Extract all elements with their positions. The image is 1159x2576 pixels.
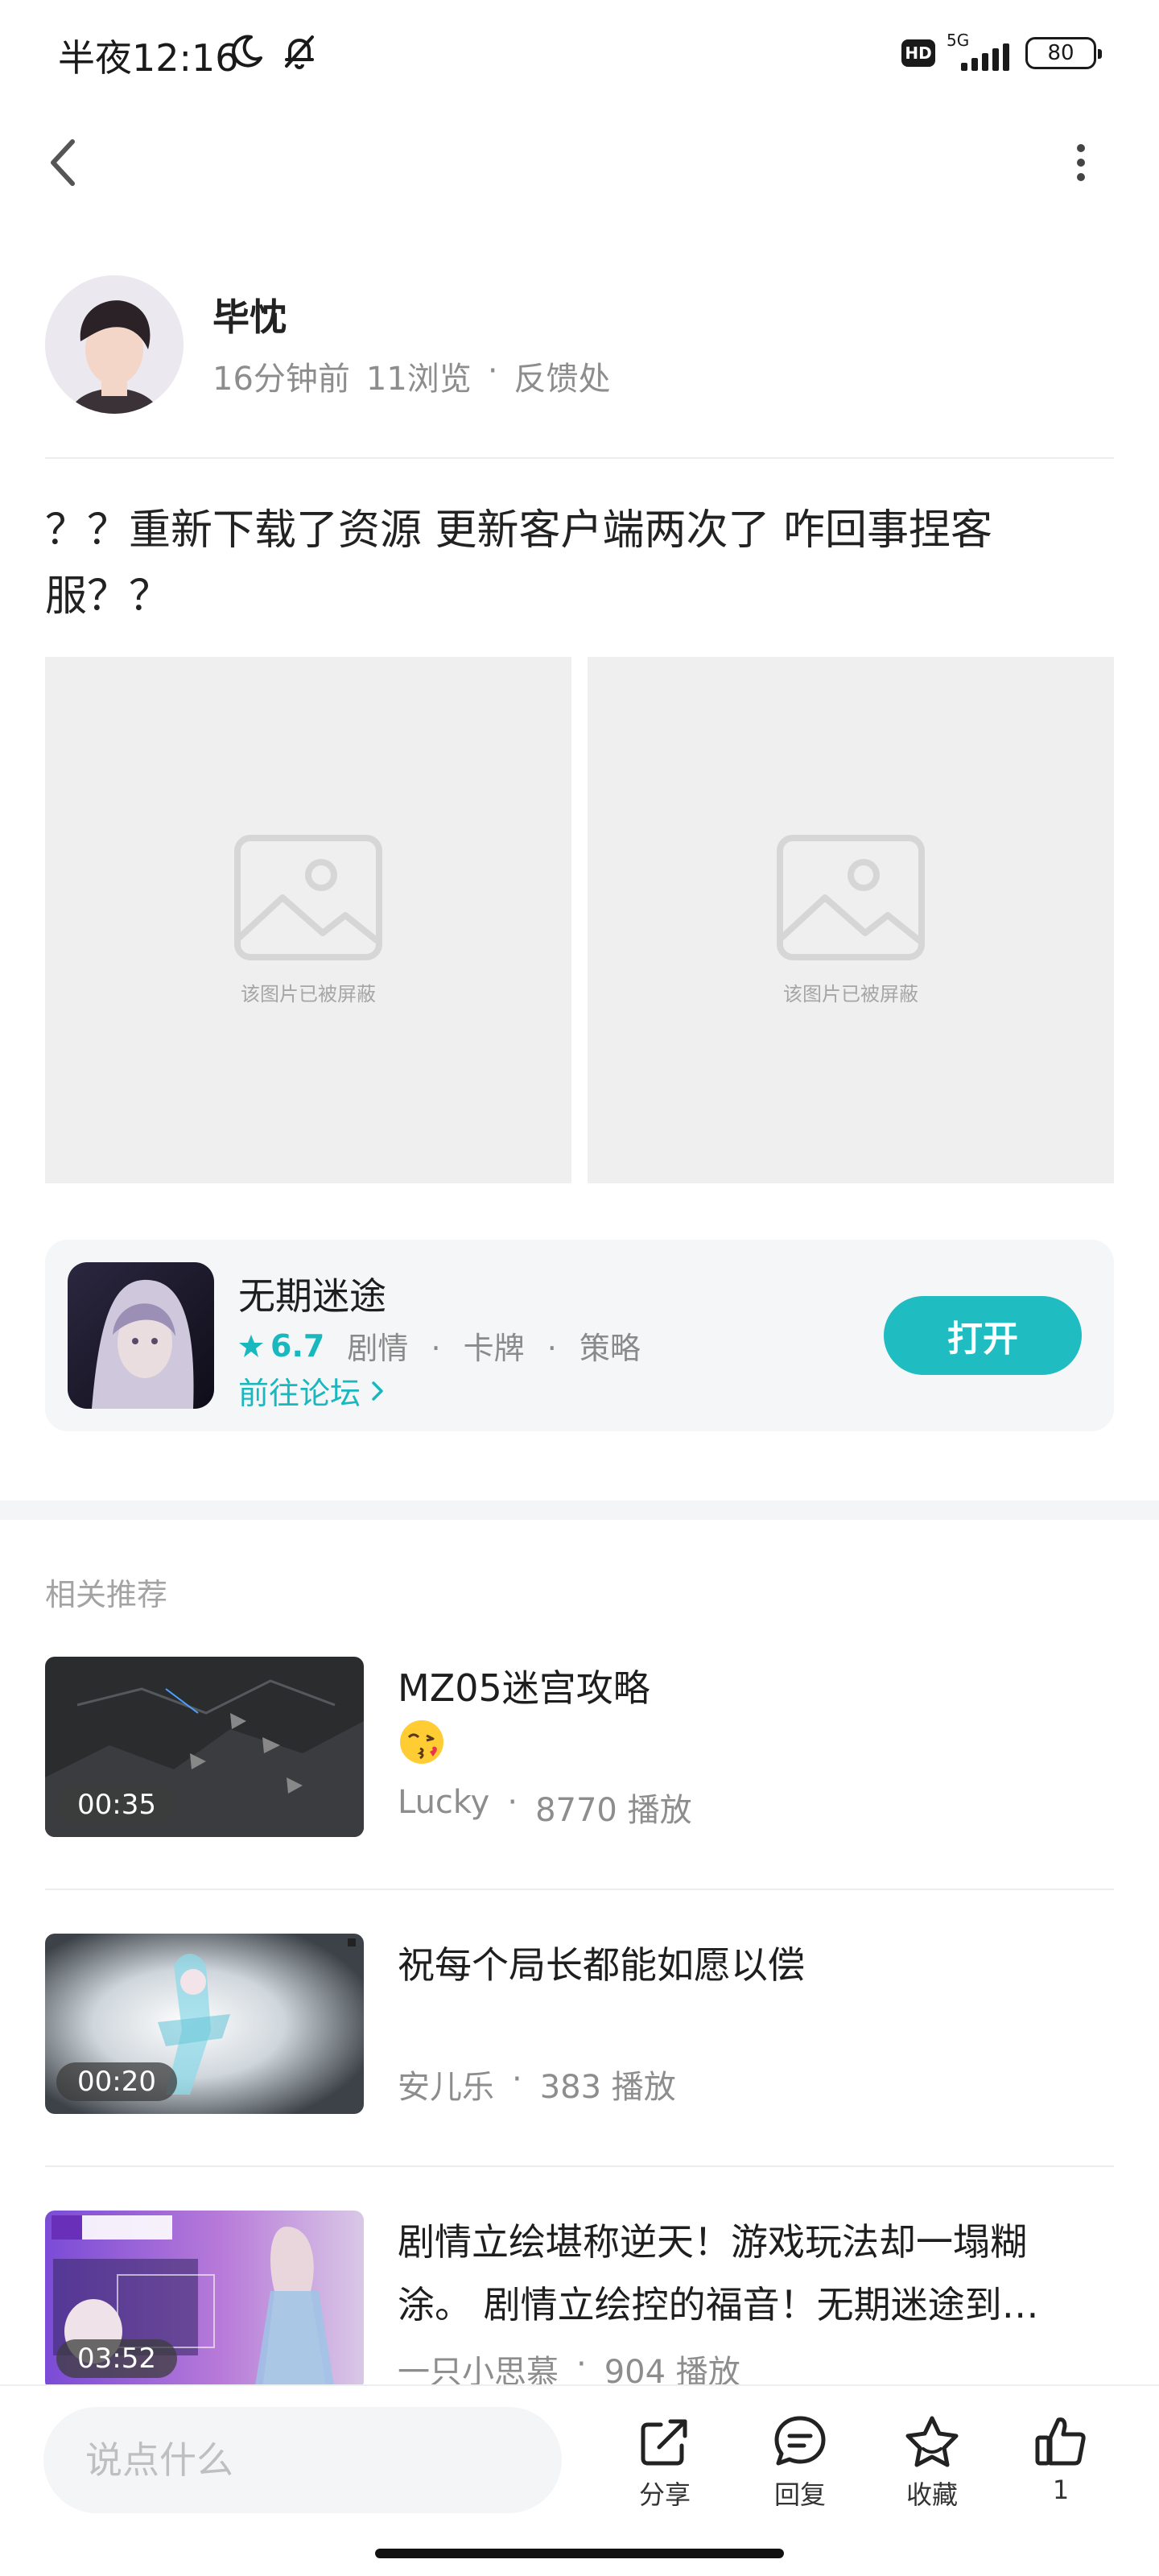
star-icon [239, 1334, 263, 1357]
tag-separator: · [431, 1331, 441, 1366]
avatar[interactable] [45, 275, 184, 414]
chevron-right-icon [372, 1381, 383, 1401]
meta-separator: · [507, 1784, 518, 1821]
post-time: 16分钟前 [212, 361, 350, 398]
thumbs-up-icon [1035, 2417, 1086, 2466]
mute-bell-icon [285, 35, 314, 69]
share-label: 分享 [638, 2479, 691, 2510]
status-time: 半夜12:16 [58, 36, 239, 80]
forum-link[interactable]: 前往论坛 [238, 1368, 386, 1413]
comment-input[interactable] [43, 2407, 562, 2513]
video-thumbnail[interactable]: 00:20 [45, 1934, 364, 2114]
reply-button[interactable]: 回复 [752, 2413, 848, 2518]
title-line: 涂。 剧情立绘控的福音！无期迷途到… [398, 2283, 1039, 2326]
recommendation-author: Lucky [398, 1784, 490, 1821]
divider [45, 457, 1114, 459]
recommendation-title[interactable]: 剧情立绘堪称逆天！游戏玩法却一塌糊 涂。 剧情立绘控的福音！无期迷途到… [398, 2211, 1114, 2336]
like-count: 1 [1052, 2475, 1070, 2505]
hd-badge: HD [901, 39, 935, 67]
play-count: 383 播放 [539, 2069, 676, 2106]
divider [45, 2165, 1114, 2167]
image-placeholder-icon [234, 834, 382, 960]
forum-link-label: 前往论坛 [238, 1376, 361, 1411]
game-tag: 卡牌 [463, 1331, 525, 1366]
home-indicator[interactable] [375, 2549, 784, 2558]
image-caption: 该图片已被屏蔽 [241, 982, 376, 1005]
video-thumbnail[interactable]: 00:35 [45, 1657, 364, 1837]
game-rating: 6.7 [270, 1327, 325, 1364]
video-duration: 00:20 [56, 2062, 177, 2101]
status-indicators: HD 5G 80 [901, 31, 1102, 76]
recommendation-item[interactable]: 03:52 剧情立绘堪称逆天！游戏玩法却一塌糊 涂。 剧情立绘控的福音！无期迷途… [45, 2211, 1114, 2392]
recommendation-author: 安儿乐 [398, 2069, 494, 2106]
video-duration: 03:52 [56, 2339, 177, 2378]
share-button[interactable]: 分享 [617, 2413, 713, 2518]
game-name[interactable]: 无期迷途 [238, 1267, 386, 1320]
meta-separator: · [487, 353, 498, 390]
bottom-action-bar: 分享 回复 收藏 1 [0, 2384, 1159, 2537]
forum-section[interactable]: 反馈处 [514, 353, 611, 399]
play-count: 8770 播放 [535, 1792, 692, 1829]
back-icon[interactable] [42, 134, 87, 192]
recommendation-item[interactable]: 00:35 MZ05迷宫攻略 Lucky · 8770 播放 [45, 1657, 1114, 1839]
status-bar: 半夜12:16 HD 5G 80 [0, 0, 1159, 105]
section-title: 相关推荐 [45, 1577, 168, 1612]
video-thumbnail[interactable]: 03:52 [45, 2211, 364, 2391]
battery-level: 80 [1047, 41, 1074, 65]
comment-bubble-icon [774, 2416, 826, 2466]
signal-icon: 5G [947, 31, 1014, 76]
author-name[interactable]: 毕忱 [212, 288, 287, 341]
meta-separator: · [512, 2061, 522, 2098]
star-outline-icon [905, 2416, 959, 2467]
favorite-label: 收藏 [905, 2479, 958, 2510]
kissing-face-icon [400, 1720, 443, 1764]
section-separator [0, 1501, 1159, 1520]
favorite-button[interactable]: 收藏 [884, 2413, 980, 2518]
recommendation-meta: 安儿乐 · 383 播放 [398, 2061, 676, 2107]
blocked-image[interactable]: 该图片已被屏蔽 [588, 657, 1114, 1183]
divider [45, 1889, 1114, 1890]
recommendation-title[interactable]: MZ05迷宫攻略 [398, 1657, 1114, 1719]
open-game-button[interactable]: 打开 [884, 1296, 1082, 1375]
share-icon [641, 2419, 687, 2466]
reply-label: 回复 [773, 2479, 826, 2510]
game-tag: 剧情 [347, 1331, 409, 1366]
game-tags: 剧情 · 卡牌 · 策略 [347, 1323, 641, 1368]
recommendation-meta: Lucky · 8770 播放 [398, 1784, 692, 1831]
moon-icon [232, 35, 262, 68]
like-button[interactable]: 1 [1013, 2413, 1109, 2518]
blocked-image[interactable]: 该图片已被屏蔽 [45, 657, 571, 1183]
tag-separator: · [547, 1331, 557, 1366]
game-icon[interactable] [68, 1262, 214, 1409]
recommendation-item[interactable]: 00:20 祝每个局长都能如愿以偿 安儿乐 · 383 播放 [45, 1934, 1114, 2116]
image-placeholder-icon [777, 834, 925, 960]
game-meta: 6.7 剧情 · 卡牌 · 策略 [238, 1323, 641, 1368]
more-icon[interactable] [1061, 137, 1101, 188]
title-line: 剧情立绘堪称逆天！游戏玩法却一塌糊 [398, 2220, 1027, 2264]
post-meta: 16分钟前 11浏览 · 反馈处 [212, 353, 611, 399]
image-caption: 该图片已被屏蔽 [783, 982, 918, 1005]
battery-icon: 80 [1025, 37, 1102, 69]
game-card[interactable]: 无期迷途 6.7 剧情 · 卡牌 · 策略 前往论坛 打开 [45, 1240, 1114, 1431]
view-count: 11浏览 [365, 361, 472, 398]
recommendation-title[interactable]: 祝每个局长都能如愿以偿 [398, 1934, 1114, 1996]
game-tag: 策略 [579, 1331, 641, 1366]
post-text: ？？重新下载了资源 更新客户端两次了 咋回事捏客服？？ [45, 506, 993, 621]
video-duration: 00:35 [56, 1785, 177, 1824]
